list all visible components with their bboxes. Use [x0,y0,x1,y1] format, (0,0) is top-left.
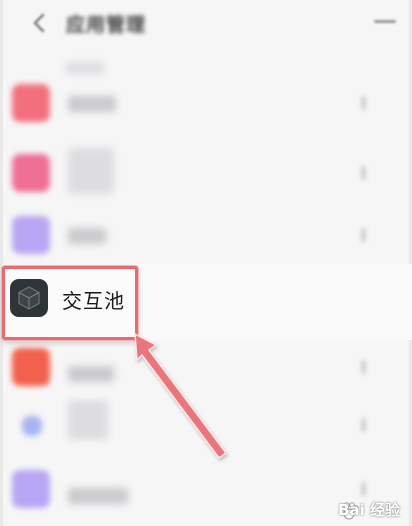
page-title: 应用管理 [66,14,147,36]
blurred-app-label [68,96,116,112]
chevron-right-icon [361,228,366,242]
app-icon [12,216,50,254]
watermark-text: Bai 经验 [338,501,400,519]
chevron-left-icon[interactable] [28,11,52,35]
blurred-app-label [68,228,106,244]
app-icon [12,470,50,508]
chevron-right-icon [361,418,366,432]
app-icon [22,416,42,436]
chevron-right-icon [361,360,366,374]
blurred-app-label [68,148,114,194]
app-icon [12,348,50,386]
app-list-item[interactable] [0,390,412,462]
chevron-right-icon [361,482,366,496]
jiaohuchi-app-icon [10,279,48,317]
app-icon [12,84,50,122]
blurred-app-label [68,400,108,440]
cube-icon [18,286,40,310]
app-icon [12,154,50,192]
watermark: Bai 经验 [298,498,406,524]
blurred-app-label [68,488,128,504]
chevron-right-icon [361,166,366,180]
app-name-label: 交互池 [62,289,125,313]
chevron-right-icon [361,96,366,110]
blurred-app-label [68,366,114,382]
app-list-item[interactable] [0,200,412,272]
app-list-item[interactable] [0,68,412,140]
menu-icon[interactable] [374,20,396,23]
app-header: 应用管理 [0,0,412,50]
